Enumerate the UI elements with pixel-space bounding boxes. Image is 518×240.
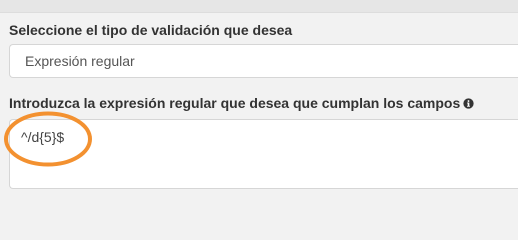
- validation-type-label-text: Seleccione el tipo de validación que des…: [9, 22, 293, 38]
- validation-type-selected-value: Expresión regular: [25, 53, 135, 69]
- regex-textarea[interactable]: [9, 119, 518, 189]
- regex-label-text: Introduzca la expresión regular que dese…: [9, 95, 461, 111]
- info-icon[interactable]: [463, 98, 474, 109]
- regex-textarea-value[interactable]: ^/d{5}$: [21, 129, 64, 145]
- validation-type-label: Seleccione el tipo de validación que des…: [9, 22, 292, 38]
- regex-label: Introduzca la expresión regular que dese…: [9, 95, 474, 111]
- validation-type-select[interactable]: Expresión regular: [9, 44, 518, 78]
- top-panel-edge: [0, 0, 518, 13]
